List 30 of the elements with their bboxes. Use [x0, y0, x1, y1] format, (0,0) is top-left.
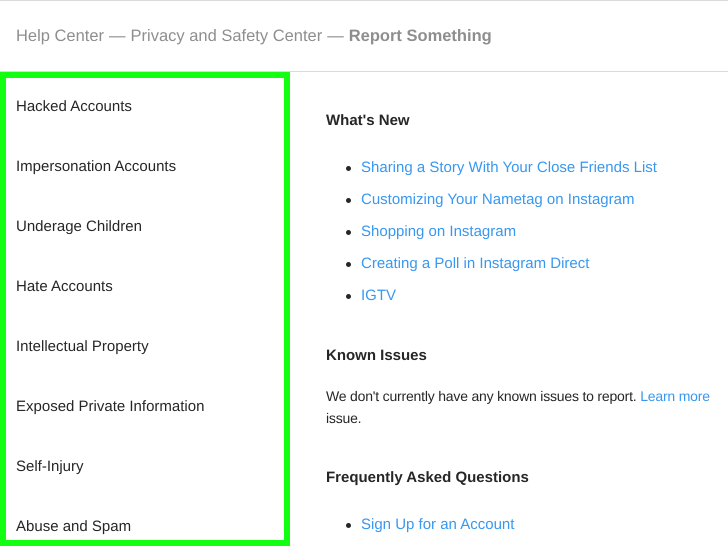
sidebar-link[interactable]: Abuse and Spam [16, 515, 284, 538]
sidebar-link[interactable]: Exposed Private Information [16, 395, 284, 418]
sidebar-link[interactable]: Self-Injury [16, 455, 284, 478]
sidebar-link[interactable]: Hate Accounts [16, 275, 284, 298]
breadcrumb-link[interactable]: Help Center [16, 24, 104, 48]
article-link[interactable]: Shopping on Instagram [361, 221, 516, 243]
bullet-icon [346, 294, 351, 298]
bullet-icon [346, 522, 351, 528]
article-link[interactable]: Creating a Poll in Instagram Direct [361, 253, 590, 275]
section-heading: Known Issues [326, 346, 428, 366]
article-link[interactable]: IGTV [361, 285, 396, 307]
section-heading: Frequently Asked Questions [326, 468, 530, 488]
article-link[interactable]: Sharing a Story With Your Close Friends List [361, 157, 657, 179]
breadcrumb-separator: — [109, 26, 126, 47]
sidebar-link[interactable]: Impersonation Accounts [16, 155, 284, 178]
bullet-icon [346, 230, 351, 234]
bullet-icon [346, 166, 351, 170]
notice-paragraph: We don't currently have any known issues to report. Learn more issue. [326, 387, 711, 428]
breadcrumb-link[interactable]: Report Something [348, 24, 492, 48]
article-link[interactable]: Sign Up for an Account [361, 514, 514, 536]
sidebar-link[interactable]: Underage Children [16, 215, 284, 238]
breadcrumb-separator: — [327, 26, 344, 47]
section-heading: What's New [326, 111, 411, 131]
learn-more-link[interactable]: Learn more [640, 388, 710, 404]
article-link[interactable]: Customizing Your Nametag on Instagram [361, 189, 634, 211]
breadcrumb-link[interactable]: Privacy and Safety Center [130, 24, 322, 48]
bullet-icon [346, 262, 351, 266]
sidebar-link[interactable]: Intellectual Property [16, 335, 284, 358]
sidebar-link[interactable]: Hacked Accounts [16, 95, 284, 118]
bullet-icon [346, 198, 351, 202]
